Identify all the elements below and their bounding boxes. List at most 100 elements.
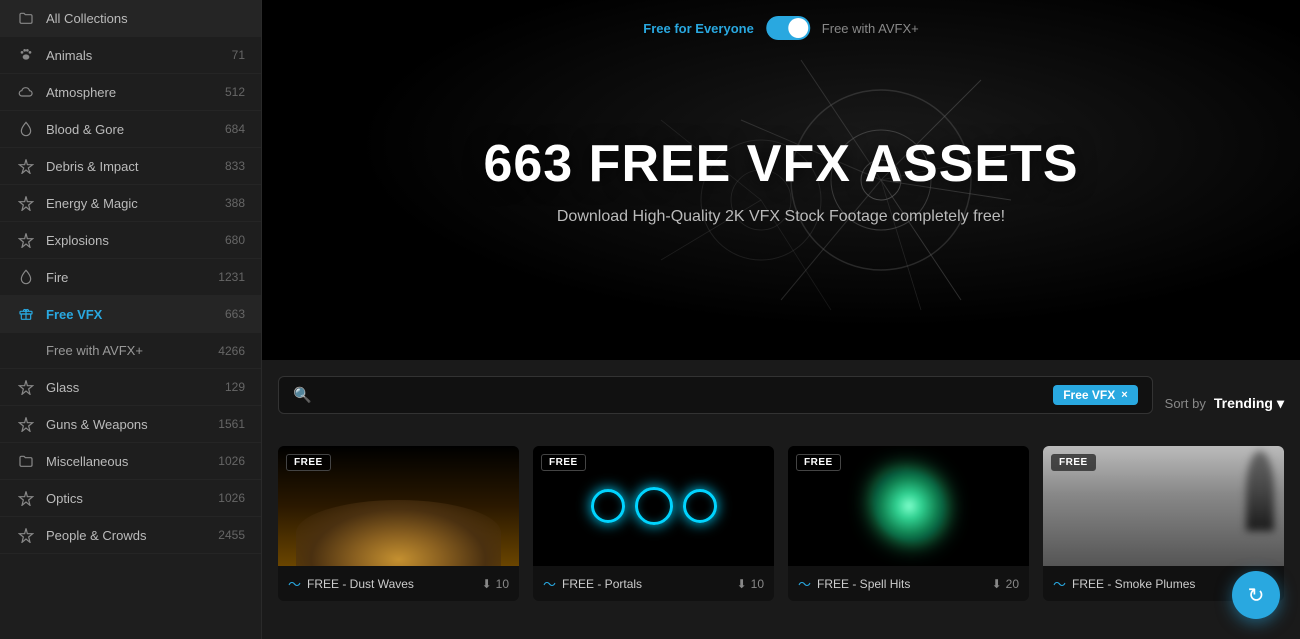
sidebar-label-people-crowds: People & Crowds bbox=[46, 528, 218, 543]
asset-count-val-portals: 10 bbox=[751, 577, 764, 591]
sidebar-count-guns-weapons: 1561 bbox=[218, 417, 245, 431]
sidebar-count-explosions: 680 bbox=[225, 233, 245, 247]
search-input[interactable] bbox=[322, 388, 1046, 403]
wave-icon: 〜 bbox=[1053, 574, 1066, 593]
sidebar-item-free-avfx[interactable]: Free with AVFX+4266 bbox=[0, 333, 261, 369]
sidebar-label-fire: Fire bbox=[46, 270, 218, 285]
sidebar-item-all-collections[interactable]: All Collections bbox=[0, 0, 261, 37]
asset-count-dust-waves: ⬇ 10 bbox=[482, 577, 509, 591]
asset-info-dust-waves: 〜 FREE - Dust Waves ⬇ 10 bbox=[278, 566, 519, 601]
sidebar-label-atmosphere: Atmosphere bbox=[46, 85, 225, 100]
glass-icon bbox=[16, 379, 36, 395]
sidebar-count-animals: 71 bbox=[232, 48, 245, 62]
free-badge-portals: FREE bbox=[541, 454, 586, 471]
wave-icon: 〜 bbox=[543, 574, 556, 593]
sidebar-count-atmosphere: 512 bbox=[225, 85, 245, 99]
sidebar-item-miscellaneous[interactable]: Miscellaneous1026 bbox=[0, 443, 261, 480]
toggle-switch[interactable] bbox=[766, 16, 810, 40]
sidebar-label-animals: Animals bbox=[46, 48, 232, 63]
free-vfx-icon bbox=[16, 306, 36, 322]
optics-icon bbox=[16, 490, 36, 506]
free-badge-spell-hits: FREE bbox=[796, 454, 841, 471]
sidebar-item-animals[interactable]: Animals71 bbox=[0, 37, 261, 74]
sidebar-count-glass: 129 bbox=[225, 380, 245, 394]
sort-label: Sort by bbox=[1165, 396, 1206, 411]
sidebar-label-energy-magic: Energy & Magic bbox=[46, 196, 225, 211]
hero-subtitle: Download High-Quality 2K VFX Stock Foota… bbox=[483, 208, 1078, 226]
wave-icon: 〜 bbox=[798, 574, 811, 593]
sidebar-count-fire: 1231 bbox=[218, 270, 245, 284]
energy-magic-icon bbox=[16, 195, 36, 211]
debris-impact-icon bbox=[16, 158, 36, 174]
fire-icon bbox=[16, 269, 36, 285]
hero-content: 663 FREE VFX ASSETS Download High-Qualit… bbox=[483, 134, 1078, 226]
miscellaneous-icon bbox=[16, 453, 36, 469]
sort-select[interactable]: Trending ▾ bbox=[1214, 395, 1284, 412]
toggle-right-label: Free with AVFX+ bbox=[822, 21, 919, 36]
sidebar-item-energy-magic[interactable]: Energy & Magic388 bbox=[0, 185, 261, 222]
sidebar-count-blood-gore: 684 bbox=[225, 122, 245, 136]
asset-label-dust-waves: FREE - Dust Waves bbox=[307, 577, 414, 591]
search-icon: 🔍 bbox=[293, 386, 312, 404]
sidebar-item-people-crowds[interactable]: People & Crowds2455 bbox=[0, 517, 261, 554]
asset-info-portals: 〜FREE - Portals⬇10 bbox=[533, 566, 774, 601]
sidebar-label-free-avfx: Free with AVFX+ bbox=[46, 343, 218, 358]
asset-card-portals[interactable]: FREE〜FREE - Portals⬇10 bbox=[533, 446, 774, 601]
asset-count-val-dust-waves: 10 bbox=[496, 577, 509, 591]
download-icon: ⬇ bbox=[992, 577, 1002, 591]
asset-thumb-dust-waves: FREE bbox=[278, 446, 519, 566]
wave-icon: 〜 bbox=[288, 574, 301, 593]
free-badge-dust-waves: FREE bbox=[286, 454, 331, 471]
asset-card-dust-waves[interactable]: FREE 〜 FREE - Dust Waves ⬇ 10 bbox=[278, 446, 519, 601]
sidebar-count-optics: 1026 bbox=[218, 491, 245, 505]
fab-button[interactable]: ↻ bbox=[1232, 571, 1280, 619]
asset-info-spell-hits: 〜FREE - Spell Hits⬇20 bbox=[788, 566, 1029, 601]
sort-bar: Sort by Trending ▾ bbox=[1165, 395, 1284, 412]
sidebar-count-debris-impact: 833 bbox=[225, 159, 245, 173]
sidebar-label-optics: Optics bbox=[46, 491, 218, 506]
sidebar-item-guns-weapons[interactable]: Guns & Weapons1561 bbox=[0, 406, 261, 443]
asset-thumb-portals: FREE bbox=[533, 446, 774, 566]
asset-thumb-smoke-plumes: FREE bbox=[1043, 446, 1284, 566]
asset-card-spell-hits[interactable]: FREE〜FREE - Spell Hits⬇20 bbox=[788, 446, 1029, 601]
sidebar-item-free-vfx[interactable]: Free VFX663 bbox=[0, 296, 261, 333]
sidebar-count-free-vfx: 663 bbox=[225, 307, 245, 321]
sidebar-item-fire[interactable]: Fire1231 bbox=[0, 259, 261, 296]
sidebar-count-energy-magic: 388 bbox=[225, 196, 245, 210]
sidebar-item-atmosphere[interactable]: Atmosphere512 bbox=[0, 74, 261, 111]
download-icon: ⬇ bbox=[737, 577, 747, 591]
toggle-left-label: Free for Everyone bbox=[643, 21, 754, 36]
sidebar-count-free-avfx: 4266 bbox=[218, 344, 245, 358]
sidebar-label-guns-weapons: Guns & Weapons bbox=[46, 417, 218, 432]
free-toggle: Free for Everyone Free with AVFX+ bbox=[643, 16, 918, 40]
sidebar-label-debris-impact: Debris & Impact bbox=[46, 159, 225, 174]
filter-tag-label: Free VFX bbox=[1063, 388, 1115, 402]
sidebar-label-all-collections: All Collections bbox=[46, 11, 245, 26]
sidebar-item-explosions[interactable]: Explosions680 bbox=[0, 222, 261, 259]
filter-tag[interactable]: Free VFX × bbox=[1053, 385, 1137, 405]
asset-label-smoke-plumes: FREE - Smoke Plumes bbox=[1072, 577, 1195, 591]
sidebar-count-miscellaneous: 1026 bbox=[218, 454, 245, 468]
filter-tag-close[interactable]: × bbox=[1121, 389, 1127, 401]
sidebar-item-debris-impact[interactable]: Debris & Impact833 bbox=[0, 148, 261, 185]
asset-thumb-spell-hits: FREE bbox=[788, 446, 1029, 566]
asset-name-spell-hits: 〜 FREE - Spell Hits bbox=[798, 574, 910, 593]
main-content: Free for Everyone Free with AVFX+ 663 FR… bbox=[262, 0, 1300, 639]
asset-count-portals: ⬇ 10 bbox=[737, 577, 764, 591]
download-icon: ⬇ bbox=[482, 577, 492, 591]
sidebar-label-explosions: Explosions bbox=[46, 233, 225, 248]
search-bar: 🔍 Free VFX × bbox=[278, 376, 1153, 414]
asset-grid: FREE〜FREE - Dust Waves⬇10FREE〜FREE - Por… bbox=[278, 446, 1284, 601]
explosions-icon bbox=[16, 232, 36, 248]
free-badge-smoke-plumes: FREE bbox=[1051, 454, 1096, 471]
blood-gore-icon bbox=[16, 121, 36, 137]
animals-icon bbox=[16, 47, 36, 63]
people-crowds-icon bbox=[16, 527, 36, 543]
sidebar-item-blood-gore[interactable]: Blood & Gore684 bbox=[0, 111, 261, 148]
refresh-icon: ↻ bbox=[1248, 583, 1265, 608]
sidebar-item-glass[interactable]: Glass129 bbox=[0, 369, 261, 406]
atmosphere-icon bbox=[16, 84, 36, 100]
asset-label-spell-hits: FREE - Spell Hits bbox=[817, 577, 910, 591]
sidebar-item-optics[interactable]: Optics1026 bbox=[0, 480, 261, 517]
chevron-down-icon: ▾ bbox=[1277, 395, 1284, 412]
